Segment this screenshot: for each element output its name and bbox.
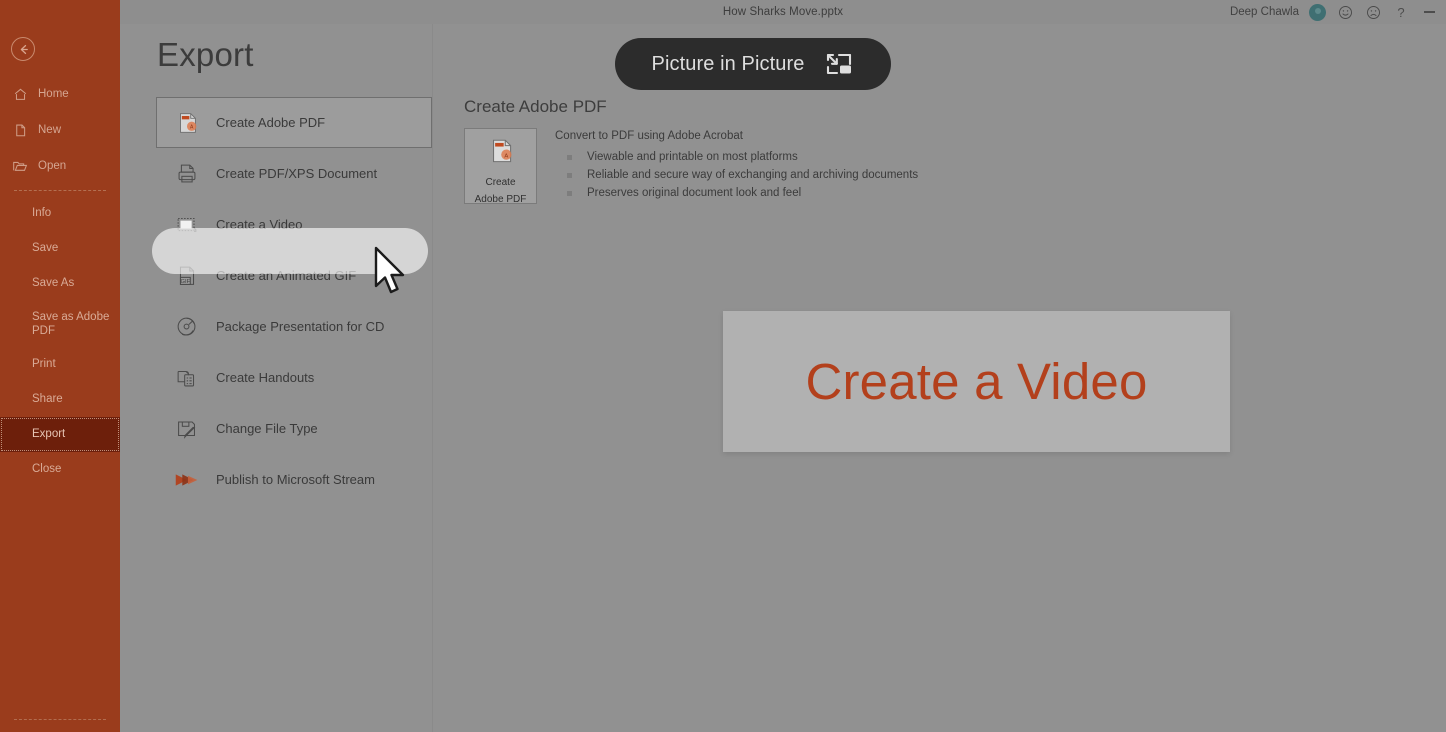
back-arrow-icon — [17, 43, 30, 56]
list-item-label: Reliable and secure way of exchanging an… — [587, 168, 919, 181]
export-option-change-file-type[interactable]: Change File Type — [156, 403, 432, 454]
export-option-create-a-video[interactable]: Create a Video — [156, 199, 432, 250]
gif-document-icon: GIF — [172, 261, 202, 291]
printer-document-icon — [172, 159, 202, 189]
minimize-button[interactable] — [1420, 3, 1438, 21]
adobe-pdf-icon: A — [485, 136, 517, 173]
sidebar-item-label: Home — [38, 88, 69, 100]
picture-in-picture-label: Picture in Picture — [651, 52, 805, 75]
detail-bullet-list: Viewable and printable on most platforms… — [555, 149, 918, 202]
help-glyph: ? — [1397, 4, 1405, 20]
sidebar-item-label: Info — [32, 207, 52, 220]
powerpoint-backstage-screen: Home New Open Info Save Save As Save as … — [0, 0, 1446, 732]
picture-in-picture-button[interactable]: Picture in Picture — [615, 38, 891, 90]
sidebar-item-label: Save as Adobe PDF — [32, 310, 110, 337]
avatar[interactable] — [1309, 3, 1326, 21]
sidebar-item-share[interactable]: Share — [0, 382, 120, 417]
sidebar-item-info[interactable]: Info — [0, 196, 120, 231]
sidebar-item-label: New — [38, 124, 62, 136]
sidebar-item-save-as[interactable]: Save As — [0, 266, 120, 301]
sidebar-item-save[interactable]: Save — [0, 231, 120, 266]
export-option-create-animated-gif[interactable]: GIF Create an Animated GIF — [156, 250, 432, 301]
sidebar-item-label: Open — [38, 160, 67, 172]
bullet-square-icon — [567, 155, 572, 160]
account-name: Deep Chawla — [1229, 6, 1299, 18]
svg-text:A: A — [504, 153, 508, 159]
export-option-label: Package Presentation for CD — [216, 319, 385, 334]
sidebar-item-open[interactable]: Open — [0, 148, 120, 184]
list-item: Preserves original document look and fee… — [555, 185, 918, 203]
floppy-pencil-icon — [172, 414, 202, 444]
adobe-pdf-icon: A — [172, 108, 202, 138]
detail-heading: Create Adobe PDF — [464, 97, 607, 116]
nav-divider — [14, 190, 106, 191]
bullet-square-icon — [567, 172, 572, 178]
export-option-create-pdf-xps[interactable]: Create PDF/XPS Document — [156, 148, 432, 199]
list-item: Viewable and printable on most platforms — [555, 149, 918, 167]
frowning-face-icon[interactable] — [1364, 3, 1382, 21]
new-document-icon — [12, 122, 28, 138]
backstage-left-nav: Home New Open Info Save Save As Save as … — [0, 0, 120, 732]
export-option-create-adobe-pdf[interactable]: A Create Adobe PDF — [156, 97, 432, 148]
nav-bottom-divider — [14, 719, 106, 720]
sidebar-item-save-as-adobe-pdf[interactable]: Save as Adobe PDF — [0, 301, 120, 347]
sidebar-item-label: Share — [32, 393, 63, 406]
export-option-label: Create Handouts — [216, 370, 315, 385]
export-option-label: Create PDF/XPS Document — [216, 166, 378, 181]
sidebar-item-close[interactable]: Close — [0, 452, 120, 487]
title-bar-right-cluster: Deep Chawla ? — [1230, 0, 1438, 24]
export-option-label: Create a Video — [216, 217, 303, 232]
cd-disc-icon — [172, 312, 202, 342]
sidebar-item-home[interactable]: Home — [0, 76, 120, 112]
export-option-publish-to-stream[interactable]: Publish to Microsoft Stream — [156, 454, 432, 505]
list-item-label: Viewable and printable on most platforms — [587, 151, 798, 163]
svg-text:GIF: GIF — [181, 278, 191, 284]
picture-in-picture-icon — [824, 51, 854, 77]
sidebar-item-label: Export — [32, 428, 66, 441]
export-option-label: Create Adobe PDF — [216, 115, 326, 130]
sidebar-item-label: Print — [32, 358, 56, 371]
sidebar-item-label: Save As — [32, 277, 75, 290]
create-a-video-overlay-card: Create a Video — [723, 311, 1230, 452]
export-option-label: Publish to Microsoft Stream — [216, 472, 375, 487]
detail-lead-text: Convert to PDF using Adobe Acrobat — [555, 130, 743, 142]
page-title: Export — [157, 36, 254, 73]
export-command-list: A Create Adobe PDF Create PDF/XPS Docume… — [156, 97, 432, 505]
detail-text: Convert to PDF using Adobe Acrobat Viewa… — [555, 128, 918, 202]
list-item-label: Preserves original document look and fee… — [587, 186, 802, 199]
column-separator — [432, 24, 433, 732]
create-adobe-pdf-button[interactable]: A Create Adobe PDF — [464, 128, 537, 205]
sidebar-item-print[interactable]: Print — [0, 347, 120, 382]
overlay-card-text: Create a Video — [805, 353, 1148, 410]
list-item: Reliable and secure way of exchanging an… — [555, 167, 918, 185]
export-option-create-handouts[interactable]: Create Handouts — [156, 352, 432, 403]
sidebar-item-new[interactable]: New — [0, 112, 120, 148]
create-adobe-pdf-button-label-line2: Adobe PDF — [474, 193, 527, 205]
film-frame-icon — [172, 210, 202, 240]
sidebar-item-label: Save — [32, 242, 59, 255]
export-option-package-for-cd[interactable]: Package Presentation for CD — [156, 301, 432, 352]
create-adobe-pdf-button-label-line1: Create — [485, 177, 516, 188]
export-option-label: Create an Animated GIF — [216, 268, 357, 283]
help-icon[interactable]: ? — [1392, 3, 1410, 21]
handouts-icon — [172, 363, 202, 393]
sidebar-item-export[interactable]: Export — [0, 417, 120, 452]
sidebar-item-label: Close — [32, 463, 62, 476]
bullet-square-icon — [567, 190, 572, 196]
title-bar: How Sharks Move.pptx Deep Chawla ? — [120, 0, 1446, 24]
nav-top-group: Home New Open Info Save Save As Save as … — [0, 76, 120, 487]
open-folder-icon — [12, 158, 28, 174]
detail-body: A Create Adobe PDF Convert to PDF using … — [464, 128, 1164, 205]
nav-sub-group: Info Save Save As Save as Adobe PDF Prin… — [0, 196, 120, 487]
home-icon — [12, 86, 28, 102]
minimize-icon — [1423, 11, 1435, 13]
back-button[interactable] — [11, 37, 35, 61]
export-detail-pane: Create Adobe PDF A Create Adobe PDF Conv… — [464, 97, 1164, 205]
stream-play-icon — [172, 465, 202, 495]
export-option-label: Change File Type — [216, 421, 318, 436]
smiley-face-icon[interactable] — [1336, 3, 1354, 21]
